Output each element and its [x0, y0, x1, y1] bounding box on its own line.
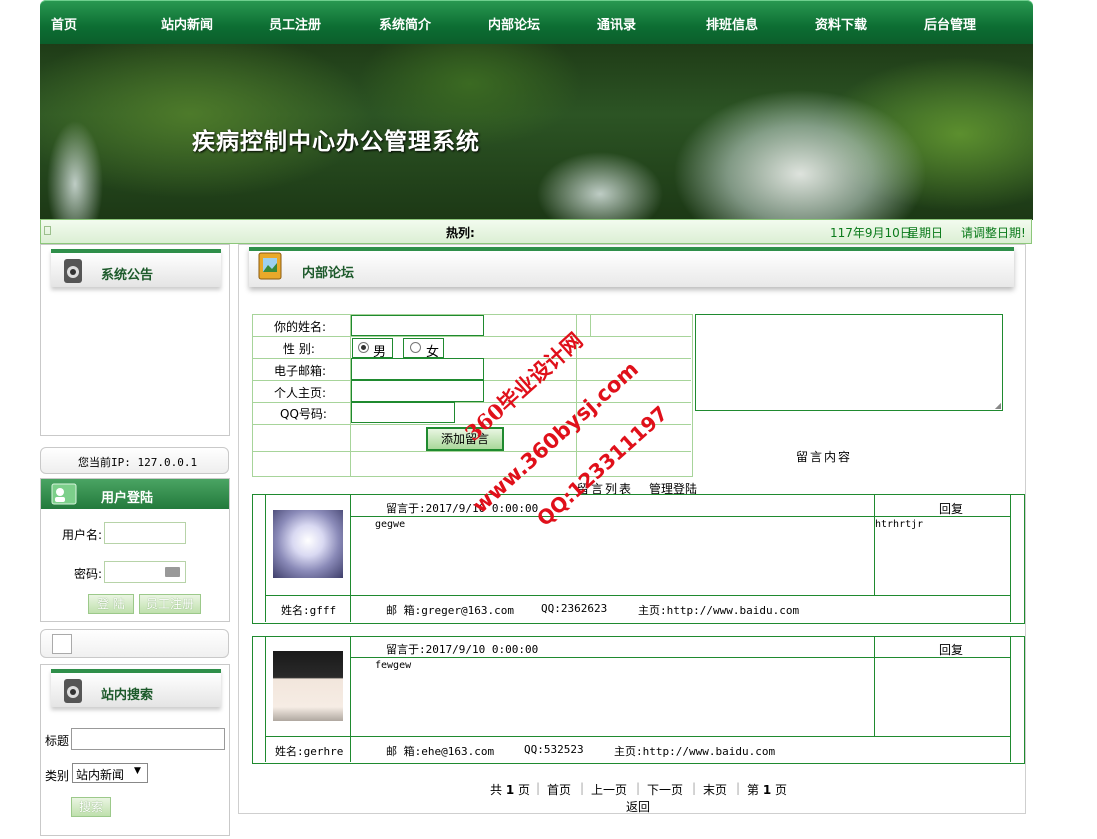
username-input[interactable]	[104, 522, 186, 544]
login-title: 用户登陆	[101, 491, 154, 506]
gender-label: 性 别:	[283, 342, 315, 356]
message-author: 姓名:gerhre	[275, 745, 344, 758]
speaker-icon	[64, 259, 82, 283]
message-content: gegwe	[375, 519, 406, 530]
search-title: 站内搜索	[101, 688, 154, 703]
register-button[interactable]: 员工注册	[139, 594, 201, 614]
ip-text: 您当前IP: 127.0.0.1	[78, 456, 198, 469]
message-qq: QQ:532523	[524, 743, 584, 756]
radio-female[interactable]	[410, 342, 421, 353]
category-select[interactable]: 站内新闻 ▼	[72, 763, 148, 783]
search-category-label: 类别	[45, 769, 70, 783]
category-value: 站内新闻	[76, 768, 125, 782]
qq-input[interactable]	[351, 402, 455, 423]
login-header: 用户登陆	[41, 479, 229, 509]
qq-label: QQ号码:	[280, 407, 327, 421]
message-qq: QQ:2362623	[541, 602, 608, 615]
name-input[interactable]	[351, 315, 484, 336]
email-input[interactable]	[351, 358, 484, 380]
message-content-textarea[interactable]: ◢	[695, 314, 1003, 411]
homepage-label: 个人主页:	[274, 386, 327, 400]
search-header: 站内搜索	[51, 669, 221, 707]
chevron-down-icon: ▼	[134, 766, 141, 776]
nav-item-schedule[interactable]: 排班信息	[706, 14, 758, 33]
message-reply: htrhrtjr	[875, 519, 924, 530]
image-box	[40, 629, 229, 658]
search-title-label: 标题	[45, 734, 70, 748]
back-link[interactable]: 返回	[626, 798, 650, 815]
message-time: 留言于:2017/9/10 0:00:00	[386, 643, 539, 656]
resize-handle-icon[interactable]: ◢	[995, 401, 1001, 410]
homepage-input[interactable]	[351, 380, 484, 402]
message-email: 邮 箱:ehe@163.com	[386, 745, 495, 758]
nav-item-forum[interactable]: 内部论坛	[488, 14, 540, 33]
date-notice-text: 请调整日期!	[961, 226, 1026, 240]
site-title: 疾病控制中心办公管理系统	[192, 128, 480, 155]
message-author: 姓名:gfff	[281, 604, 337, 617]
avatar	[273, 510, 343, 578]
placeholder-image	[52, 634, 72, 654]
nav-item-contacts[interactable]: 通讯录	[597, 14, 636, 33]
hot-label: 热列:	[446, 226, 475, 240]
content-label: 留言内容	[796, 450, 853, 464]
announcement-header: 系统公告	[51, 249, 221, 287]
date-text: 117年9月10日	[830, 226, 912, 240]
user-card-icon	[51, 483, 77, 505]
reply-header: 回复	[939, 502, 964, 516]
login-panel: 用户登陆 用户名: 密码: 登 陆 员工注册	[40, 478, 230, 622]
pager-current: 第 1 页	[747, 783, 788, 797]
ip-box: 您当前IP: 127.0.0.1	[40, 447, 229, 474]
gender-female-option[interactable]: 女	[403, 338, 444, 360]
login-button[interactable]: 登 陆	[88, 594, 134, 614]
pager-total: 共 1 页	[490, 783, 531, 797]
message-time: 留言于:2017/9/10 0:00:00	[386, 502, 539, 515]
nav-item-home[interactable]: 首页	[51, 14, 77, 33]
radio-male[interactable]	[358, 342, 369, 353]
avatar	[273, 651, 343, 721]
password-label: 密码:	[74, 567, 103, 581]
username-label: 用户名:	[62, 528, 103, 542]
pager-first[interactable]: 首页	[547, 781, 571, 798]
nav-item-admin[interactable]: 后台管理	[924, 14, 976, 33]
password-input[interactable]	[104, 561, 186, 583]
weekday-text: 星期日	[907, 226, 944, 240]
reply-header: 回复	[939, 643, 964, 657]
message-email: 邮 箱:greger@163.com	[386, 604, 514, 617]
keyboard-icon[interactable]	[165, 567, 180, 577]
search-panel: 站内搜索 标题 类别 站内新闻 ▼ 搜索	[40, 664, 230, 836]
pager-prev[interactable]: 上一页	[591, 781, 627, 798]
message-homepage[interactable]: 主页:http://www.baidu.com	[614, 743, 775, 759]
pager-last[interactable]: 末页	[703, 781, 727, 798]
email-label: 电子邮箱:	[274, 364, 327, 378]
nav-item-intro[interactable]: 系统简介	[379, 14, 431, 33]
bar-handle-icon	[44, 226, 51, 235]
speaker-icon	[64, 679, 82, 703]
banner-image: 疾病控制中心办公管理系统	[40, 44, 1033, 220]
message-content: fewgew	[375, 660, 412, 671]
announcement-title: 系统公告	[101, 268, 154, 283]
photo-frame-icon	[258, 252, 282, 280]
announcement-panel: 系统公告	[40, 244, 230, 436]
forum-title: 内部论坛	[302, 266, 355, 281]
search-title-input[interactable]	[71, 728, 225, 750]
nav-item-news[interactable]: 站内新闻	[161, 14, 213, 33]
gender-male-option[interactable]: 男	[352, 338, 393, 360]
marquee-bar: 热列: 117年9月10日 星期日 请调整日期!	[40, 219, 1032, 244]
nav-item-register[interactable]: 员工注册	[269, 14, 321, 33]
search-button[interactable]: 搜索	[71, 797, 111, 817]
nav-item-downloads[interactable]: 资料下载	[815, 14, 867, 33]
pager-next[interactable]: 下一页	[647, 781, 683, 798]
name-label: 你的姓名:	[274, 320, 327, 334]
top-nav: 首页 站内新闻 员工注册 系统简介 内部论坛 通讯录 排班信息 资料下载 后台管…	[40, 0, 1033, 44]
forum-header: 内部论坛	[249, 247, 1014, 287]
message-homepage[interactable]: 主页:http://www.baidu.com	[638, 602, 799, 618]
